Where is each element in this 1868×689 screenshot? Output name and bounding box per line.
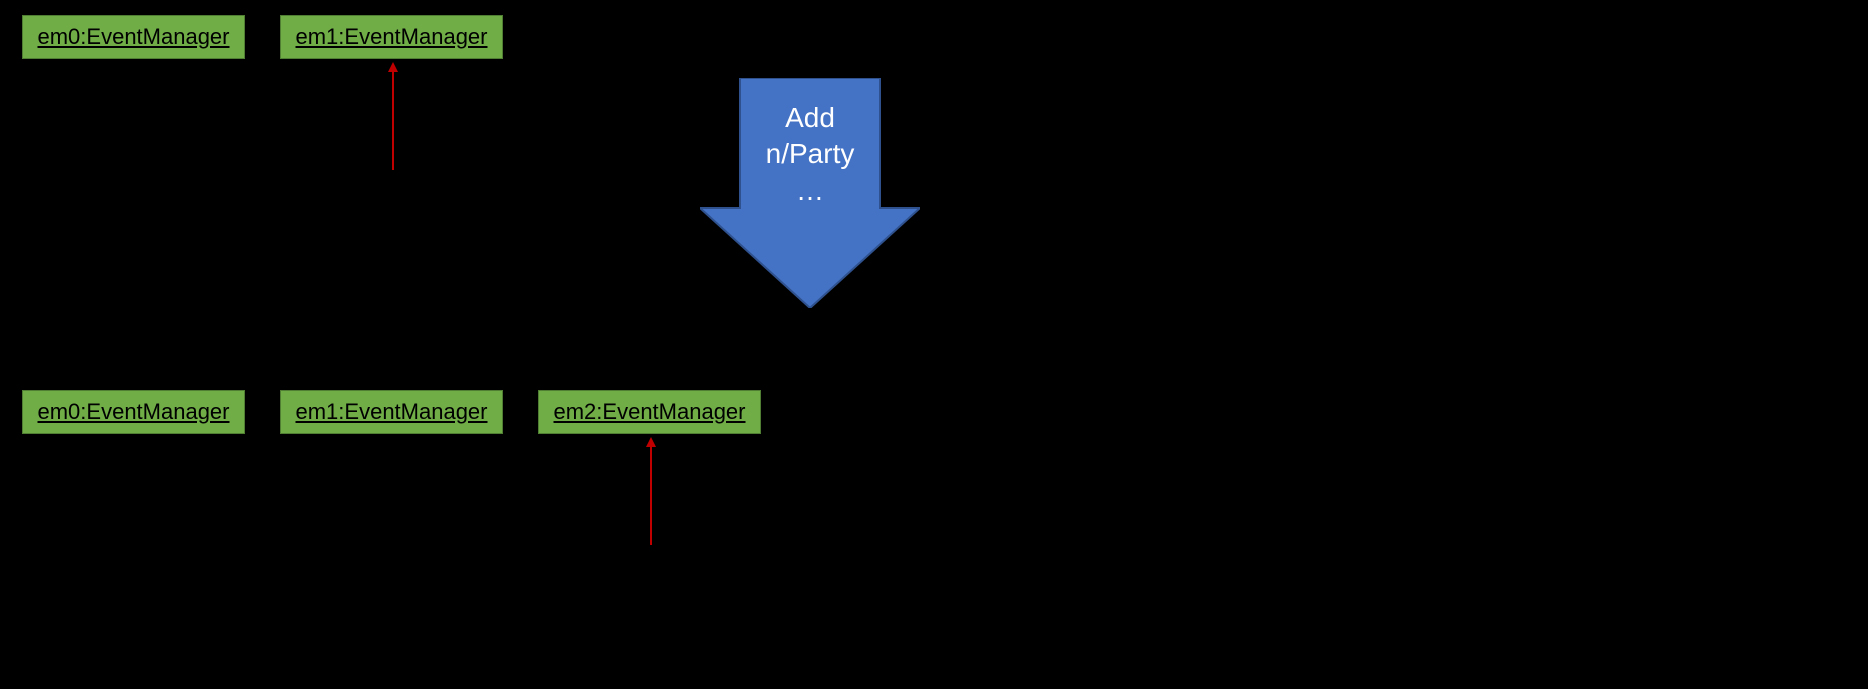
top-em1-box: em1:EventManager xyxy=(280,15,503,59)
red-arrow-top-icon xyxy=(387,62,399,170)
bottom-em1-box: em1:EventManager xyxy=(280,390,503,434)
red-arrow-bottom-icon xyxy=(645,437,657,545)
top-em1-label: em1:EventManager xyxy=(296,24,488,50)
bottom-em0-label: em0:EventManager xyxy=(38,399,230,425)
blue-arrow-line1: Add xyxy=(730,100,890,136)
blue-arrow-line2: n/Party xyxy=(730,136,890,172)
blue-arrow-label: Add n/Party … xyxy=(730,100,890,209)
bottom-em2-label: em2:EventManager xyxy=(554,399,746,425)
bottom-em2-box: em2:EventManager xyxy=(538,390,761,434)
top-em0-label: em0:EventManager xyxy=(38,24,230,50)
bottom-em0-box: em0:EventManager xyxy=(22,390,245,434)
bottom-em1-label: em1:EventManager xyxy=(296,399,488,425)
blue-arrow-line3: … xyxy=(730,173,890,209)
top-em0-box: em0:EventManager xyxy=(22,15,245,59)
